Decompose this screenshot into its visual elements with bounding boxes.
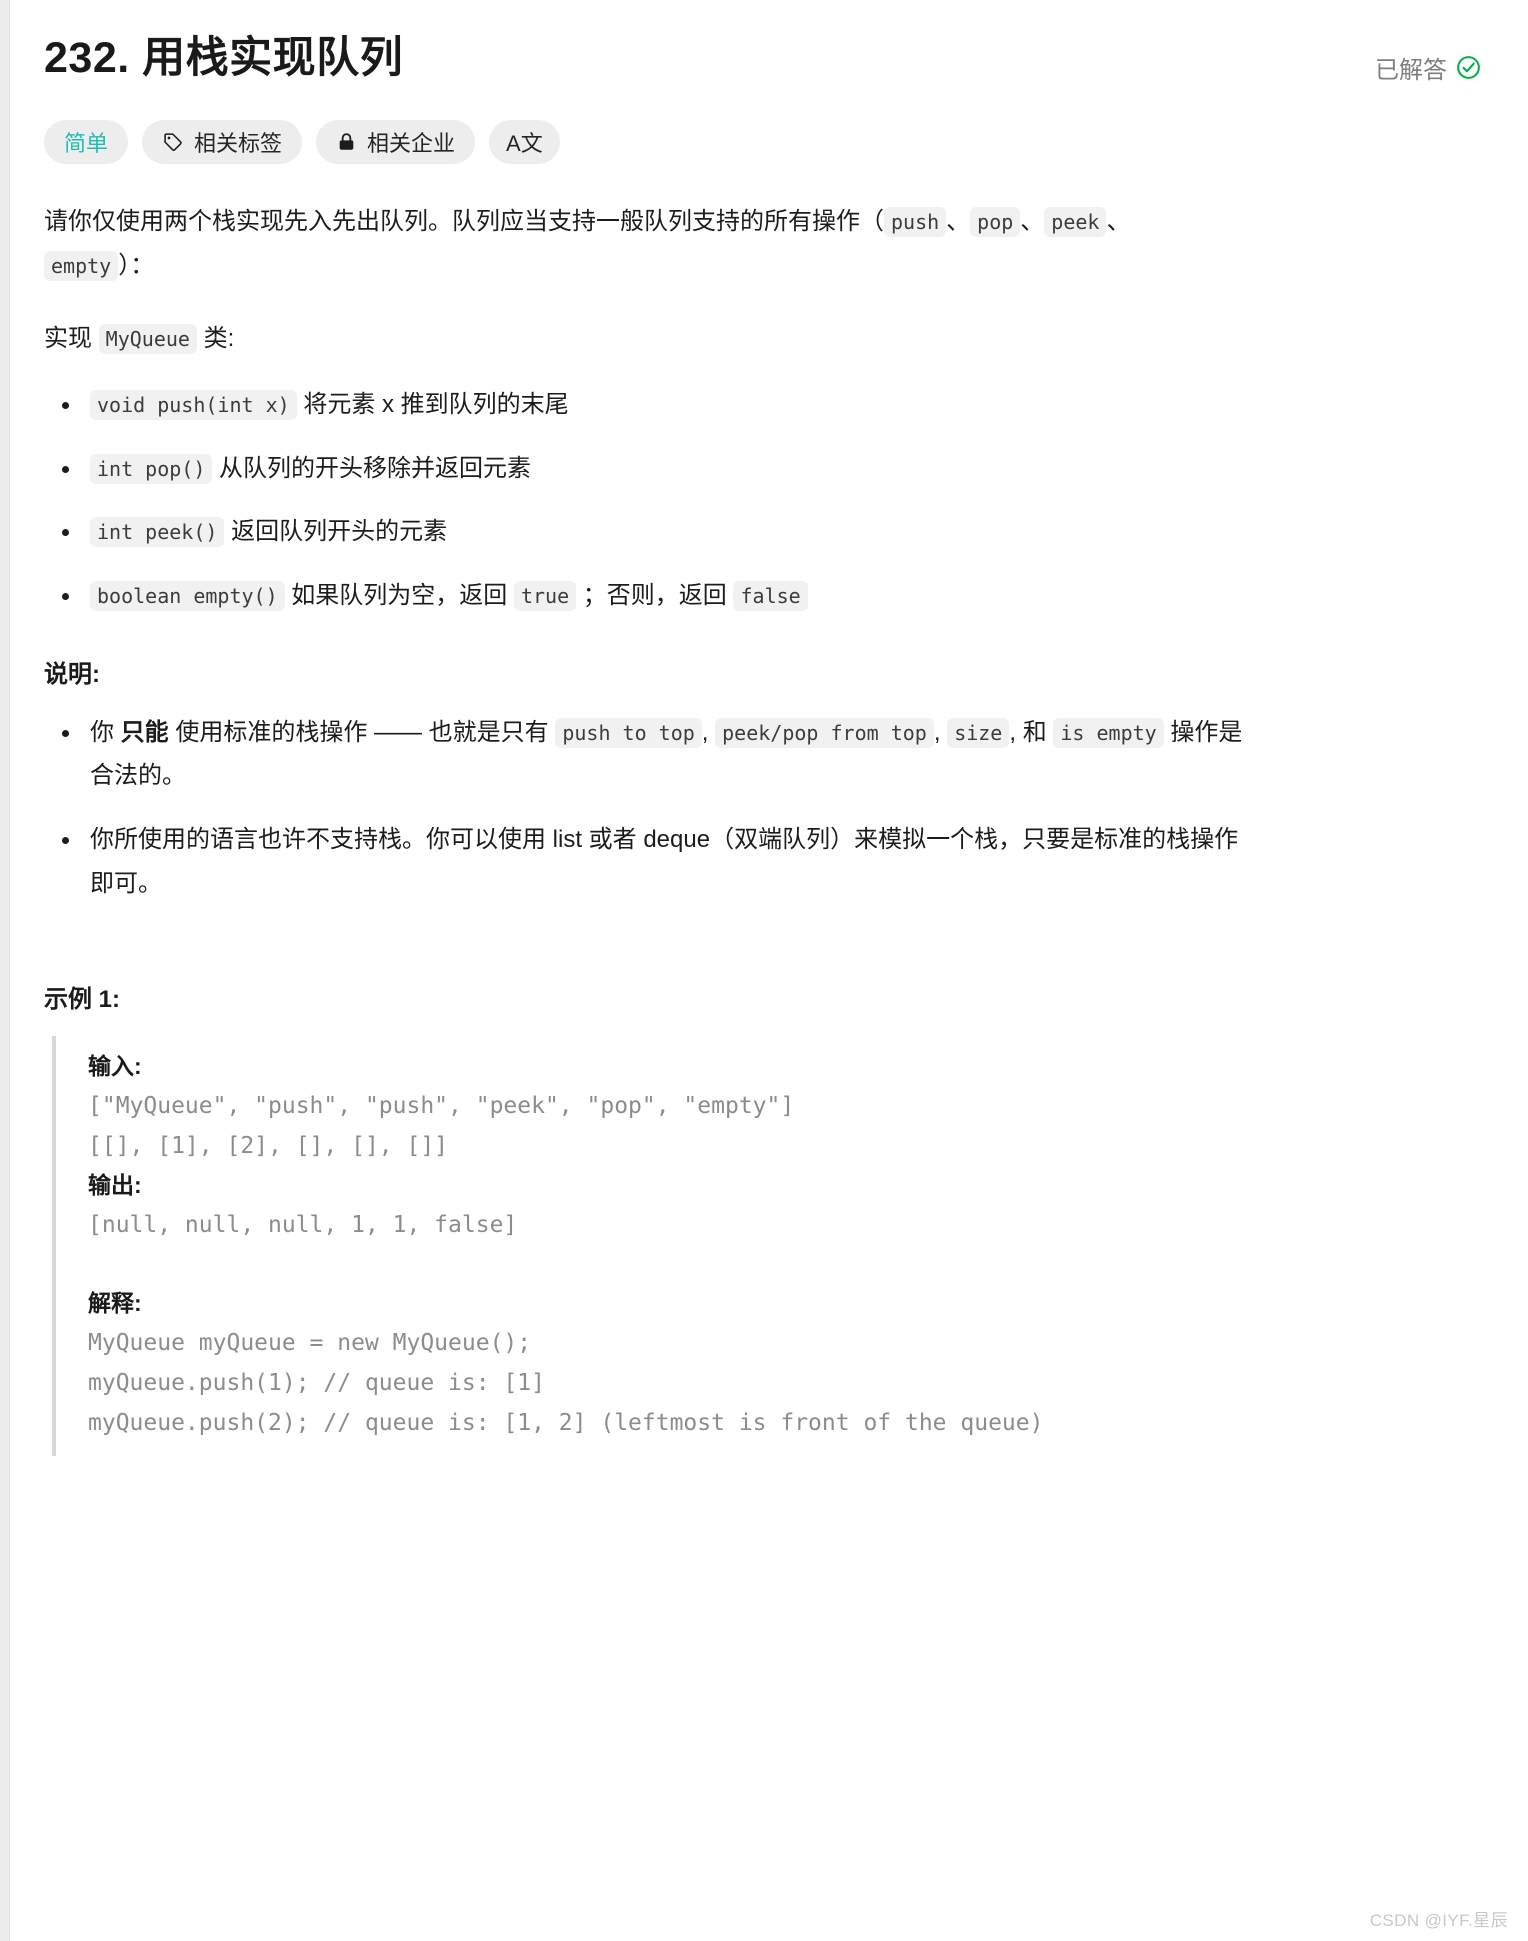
page-title: 232. 用栈实现队列 (44, 34, 404, 82)
note1-bold-emphasis: 只能 (120, 718, 169, 746)
list-item: 你 只能 使用标准的栈操作 —— 也就是只有 push to top, peek… (44, 711, 1250, 798)
list-item: int peek() 返回队列开头的元素 (44, 510, 1250, 554)
inline-code-is-empty: is empty (1053, 717, 1164, 748)
example-heading: 示例 1: (44, 986, 121, 1014)
note1-separator-2: , (933, 718, 948, 746)
method-description-push: 将元素 x 推到队列的末尾 (296, 390, 569, 418)
method-description-pop: 从队列的开头移除并返回元素 (212, 454, 532, 482)
example-code-block: 输入: ["MyQueue", "push", "push", "peek", … (52, 1036, 1488, 1456)
example-explain-label: 解释: (88, 1289, 142, 1316)
note1-separator-3: , 和 (1009, 718, 1054, 746)
translate-button[interactable]: A文 (489, 119, 560, 164)
note1-part-b: 使用标准的栈操作 —— 也就是只有 (168, 718, 556, 746)
method-description-empty-a: 如果队列为空，返回 (284, 581, 514, 609)
intro-separator-3: 、 (1106, 207, 1131, 235)
inline-code-size: size (947, 717, 1010, 748)
inline-code-myqueue: MyQueue (98, 323, 197, 354)
implement-suffix: 类: (196, 324, 235, 352)
intro-text-part-2: ）： (118, 252, 155, 280)
note2-text: 你所使用的语言也许不支持栈。你可以使用 list 或者 deque（双端队列）来… (90, 825, 1239, 897)
example-output-label: 输出: (88, 1171, 142, 1198)
description-intro-paragraph: 请你仅使用两个栈实现先入先出队列。队列应当支持一般队列支持的所有操作（ push、… (44, 200, 1204, 289)
page-left-gutter (0, 0, 9, 1941)
inline-code-true: true (513, 580, 577, 611)
lock-icon (336, 131, 357, 153)
intro-text-part-1: 请你仅使用两个栈实现先入先出队列。队列应当支持一般队列支持的所有操作（ (44, 207, 884, 235)
notes-list: 你 只能 使用标准的栈操作 —— 也就是只有 push to top, peek… (44, 711, 1488, 906)
inline-code-pop: pop (970, 206, 1021, 237)
method-signature-empty: boolean empty() (90, 580, 285, 611)
example-explain-value: MyQueue myQueue = new MyQueue(); myQueue… (88, 1329, 1044, 1437)
problem-content-panel: 232. 用栈实现队列 已解答 简单 相关标签 相关企业 A文 请你仅使用两个栈… (10, 0, 1528, 1941)
example-input-label: 输入: (88, 1053, 142, 1080)
note1-separator-1: , (701, 718, 716, 746)
status-label: 已解答 (1375, 57, 1447, 84)
inline-code-peek: peek (1044, 206, 1107, 237)
note1-part-a: 你 (90, 718, 121, 746)
method-list: void push(int x) 将元素 x 推到队列的末尾 int pop()… (44, 383, 1488, 618)
status-badge: 已解答 (1375, 50, 1482, 85)
example-output-value: [null, null, null, 1, 1, false] (88, 1211, 518, 1238)
list-item: 你所使用的语言也许不支持栈。你可以使用 list 或者 deque（双端队列）来… (44, 818, 1250, 905)
list-item: void push(int x) 将元素 x 推到队列的末尾 (44, 383, 1250, 427)
inline-code-push-to-top: push to top (555, 717, 702, 748)
inline-code-false: false (733, 580, 808, 611)
example-input-value: ["MyQueue", "push", "push", "peek", "pop… (88, 1093, 795, 1160)
tag-icon (162, 131, 184, 153)
inline-code-empty: empty (44, 251, 119, 282)
related-tags-label: 相关标签 (194, 130, 283, 156)
difficulty-badge[interactable]: 简单 (44, 119, 129, 164)
watermark: CSDN @IYF.星辰 (1369, 1911, 1508, 1930)
list-item: boolean empty() 如果队列为空，返回 true ；否则，返回 fa… (44, 574, 1250, 618)
intro-separator-2: 、 (1020, 207, 1045, 235)
inline-code-peek-pop-from-top: peek/pop from top (715, 717, 934, 748)
method-signature-push: void push(int x) (90, 389, 297, 420)
related-companies-button[interactable]: 相关企业 (316, 119, 476, 164)
notes-heading: 说明: (44, 660, 100, 688)
problem-header: 232. 用栈实现队列 已解答 (44, 0, 1488, 86)
related-companies-label: 相关企业 (367, 130, 456, 156)
implement-prefix: 实现 (44, 324, 99, 352)
list-item: int pop() 从队列的开头移除并返回元素 (44, 447, 1250, 491)
related-tags-button[interactable]: 相关标签 (142, 119, 303, 164)
intro-separator-1: 、 (946, 207, 971, 235)
method-description-empty-b: ；否则，返回 (576, 581, 734, 609)
inline-code-push: push (884, 206, 947, 237)
method-signature-peek: int peek() (90, 517, 225, 548)
check-circle-icon (1455, 54, 1482, 81)
problem-meta-badges: 简单 相关标签 相关企业 A文 (44, 119, 1488, 164)
method-description-peek: 返回队列开头的元素 (224, 518, 448, 546)
implement-class-paragraph: 实现 MyQueue 类: (44, 317, 1204, 361)
method-signature-pop: int pop() (90, 453, 213, 484)
translate-icon: A文 (506, 130, 543, 156)
example-spacer (88, 1245, 1488, 1285)
difficulty-label: 简单 (64, 130, 109, 156)
